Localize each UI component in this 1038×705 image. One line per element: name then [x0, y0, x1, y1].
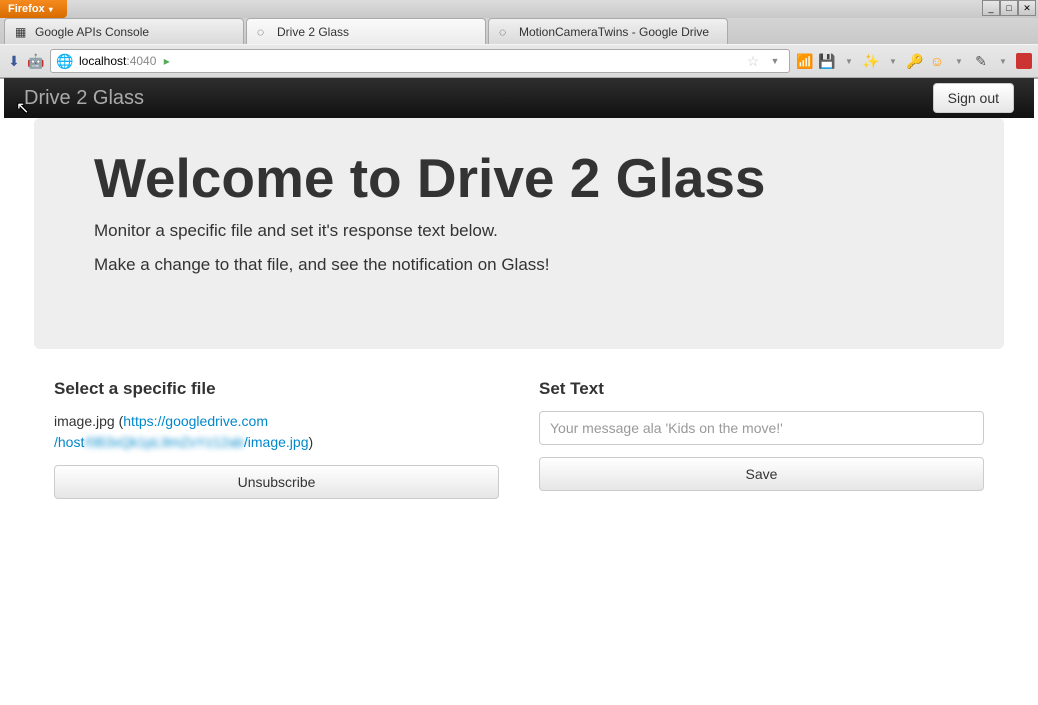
close-button[interactable]: ✕: [1018, 0, 1036, 16]
tab-label: Google APIs Console: [35, 25, 149, 39]
tab-label: Drive 2 Glass: [277, 25, 349, 39]
dropdown-icon[interactable]: ▼: [840, 52, 858, 70]
app-navbar: Drive 2 Glass Sign out: [4, 78, 1034, 118]
tab-motioncamera[interactable]: ◌ MotionCameraTwins - Google Drive: [488, 18, 728, 44]
dropdown-icon[interactable]: ▼: [994, 52, 1012, 70]
browser-chrome: Firefox _ □ ✕ ▦ Google APIs Console ◌ Dr…: [0, 0, 1038, 79]
window-controls: _ □ ✕: [982, 0, 1036, 16]
titlebar: Firefox _ □ ✕: [0, 0, 1038, 18]
picker-icon[interactable]: ✎: [972, 52, 990, 70]
tab-label: MotionCameraTwins - Google Drive: [519, 25, 709, 39]
tab-strip: ▦ Google APIs Console ◌ Drive 2 Glass ◌ …: [0, 18, 1038, 44]
tab-loading-icon: ◌: [499, 25, 513, 39]
signout-button[interactable]: Sign out: [933, 83, 1014, 113]
minimize-button[interactable]: _: [982, 0, 1000, 16]
set-text-heading: Set Text: [539, 379, 984, 399]
tab-favicon-icon: ▦: [15, 25, 29, 39]
message-input[interactable]: [539, 411, 984, 445]
save-icon[interactable]: 💾: [818, 52, 836, 70]
firebug-icon[interactable]: [1016, 53, 1032, 69]
app-brand: Drive 2 Glass: [24, 87, 144, 110]
tab-google-apis[interactable]: ▦ Google APIs Console: [4, 18, 244, 44]
toolbar-addons: 📶 💾 ▼ ✨ ▼ 🔑 ☺ ▼ ✎ ▼: [796, 52, 1032, 70]
tab-drive2glass[interactable]: ◌ Drive 2 Glass: [246, 18, 486, 44]
lastpass-icon[interactable]: 🔑: [906, 52, 924, 70]
save-button[interactable]: Save: [539, 457, 984, 491]
dropdown-icon[interactable]: ▼: [884, 52, 902, 70]
android-icon[interactable]: 🤖: [28, 53, 44, 69]
wand-icon[interactable]: ✨: [862, 52, 880, 70]
tab-loading-icon: ◌: [257, 25, 271, 39]
file-name: image.jpg: [54, 413, 115, 429]
page-viewport: Drive 2 Glass Sign out Welcome to Drive …: [4, 78, 1034, 701]
firefox-menu-button[interactable]: Firefox: [0, 0, 67, 18]
dropdown-icon[interactable]: ▼: [767, 53, 783, 69]
rss-icon[interactable]: 📶: [796, 52, 814, 70]
globe-icon: 🌐: [57, 53, 73, 69]
downloads-icon[interactable]: ⬇: [6, 53, 22, 69]
hero-unit: Welcome to Drive 2 Glass Monitor a speci…: [34, 118, 1004, 349]
select-file-heading: Select a specific file: [54, 379, 499, 399]
unsubscribe-button[interactable]: Unsubscribe: [54, 465, 499, 499]
url-text: localhost:4040 ▸: [79, 54, 739, 68]
bookmark-star-icon[interactable]: ☆: [745, 53, 761, 69]
smiley-icon[interactable]: ☺: [928, 52, 946, 70]
left-column: Select a specific file image.jpg (https:…: [54, 379, 499, 499]
dropdown-icon[interactable]: ▼: [950, 52, 968, 70]
url-bar[interactable]: 🌐 localhost:4040 ▸ ☆ ▼: [50, 49, 790, 73]
hero-subtitle-1: Monitor a specific file and set it's res…: [94, 221, 944, 241]
hero-subtitle-2: Make a change to that file, and see the …: [94, 255, 944, 275]
file-info: image.jpg (https://googledrive.com/host/…: [54, 411, 499, 453]
nav-bar: ⬇ 🤖 🌐 localhost:4040 ▸ ☆ ▼ 📶 💾 ▼ ✨ ▼ 🔑 ☺…: [0, 44, 1038, 78]
content-columns: Select a specific file image.jpg (https:…: [4, 379, 1034, 499]
right-column: Set Text Save: [539, 379, 984, 499]
hero-title: Welcome to Drive 2 Glass: [94, 148, 944, 209]
maximize-button[interactable]: □: [1000, 0, 1018, 16]
